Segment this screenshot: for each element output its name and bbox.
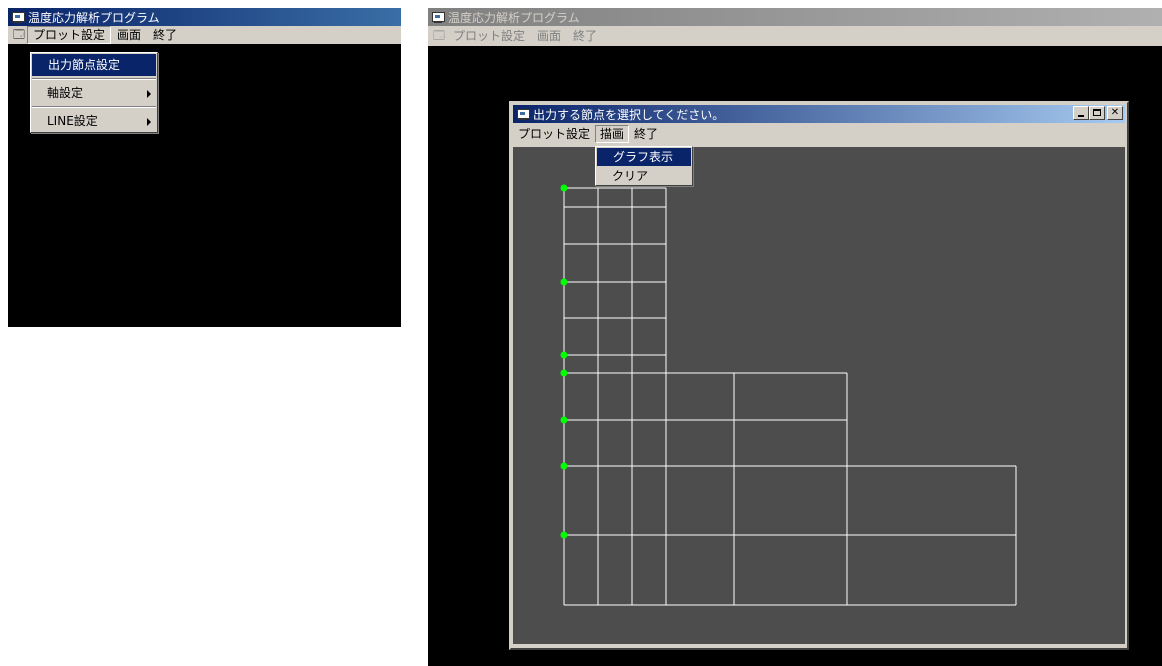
system-menu-icon: 🗔 [433,29,445,42]
submenu-arrow-icon [147,118,151,126]
draw-dropdown: グラフ表示 クリア [595,146,693,186]
dialog-title: 出力する節点を選択してください。 [533,107,725,122]
submenu-arrow-icon [147,90,151,98]
maximize-icon [1093,109,1101,116]
app-icon [431,11,445,23]
dialog-menu-exit[interactable]: 終了 [629,125,663,143]
selected-node-marker[interactable] [560,351,568,359]
maximize-button[interactable] [1089,106,1105,120]
right-menu-bar: 🗔 プロット設定 画面 終了 [428,26,1162,46]
menu-plot-settings[interactable]: プロット設定 [27,26,112,44]
selected-node-marker[interactable] [560,531,568,539]
left-window-title: 温度応力解析プログラム [28,10,160,25]
menu-separator [32,78,156,80]
menu-item-output-node-settings[interactable]: 出力節点設定 [32,54,156,76]
system-menu-icon[interactable]: 🗔 [13,29,25,41]
left-menu-bar: 🗔 プロット設定 画面 終了 [8,26,401,44]
window-controls: ✕ [1073,106,1123,120]
right-window-title: 温度応力解析プログラム [448,10,580,25]
menu-plot-settings: プロット設定 [453,29,526,43]
plot-settings-dropdown: 出力節点設定 軸設定 LINE設定 [30,52,158,133]
close-button[interactable]: ✕ [1107,106,1123,120]
app-icon [516,108,530,120]
menu-screen[interactable]: 画面 [111,27,147,43]
dialog-menu-draw[interactable]: 描画 [595,125,630,143]
minimize-button[interactable] [1073,106,1089,120]
app-icon [11,11,25,23]
minimize-icon [1078,115,1084,117]
mesh-canvas[interactable] [513,147,1125,644]
menu-item-line-settings[interactable]: LINE設定 [31,110,157,132]
menu-item-show-graph[interactable]: グラフ表示 [597,148,691,166]
menu-exit[interactable]: 終了 [147,27,183,43]
selected-node-marker[interactable] [560,416,568,424]
right-title-bar[interactable]: 温度応力解析プログラム [428,8,1162,26]
left-title-bar[interactable]: 温度応力解析プログラム [8,8,401,26]
selected-node-marker[interactable] [560,278,568,286]
menu-item-clear[interactable]: クリア [596,167,692,185]
menu-separator [32,106,156,108]
dialog-title-bar[interactable]: 出力する節点を選択してください。 ✕ [513,105,1125,123]
menu-screen: 画面 [537,29,562,43]
selected-node-marker[interactable] [560,369,568,377]
dialog-menu-bar: プロット設定 描画 終了 [513,124,1125,144]
selected-node-marker[interactable] [560,462,568,470]
dialog-menu-plot-settings[interactable]: プロット設定 [513,125,595,143]
menu-item-axis-settings[interactable]: 軸設定 [31,82,157,104]
menu-exit: 終了 [573,29,598,43]
close-icon: ✕ [1110,107,1120,118]
selected-node-marker[interactable] [560,184,568,192]
finite-element-mesh[interactable] [513,147,1125,644]
